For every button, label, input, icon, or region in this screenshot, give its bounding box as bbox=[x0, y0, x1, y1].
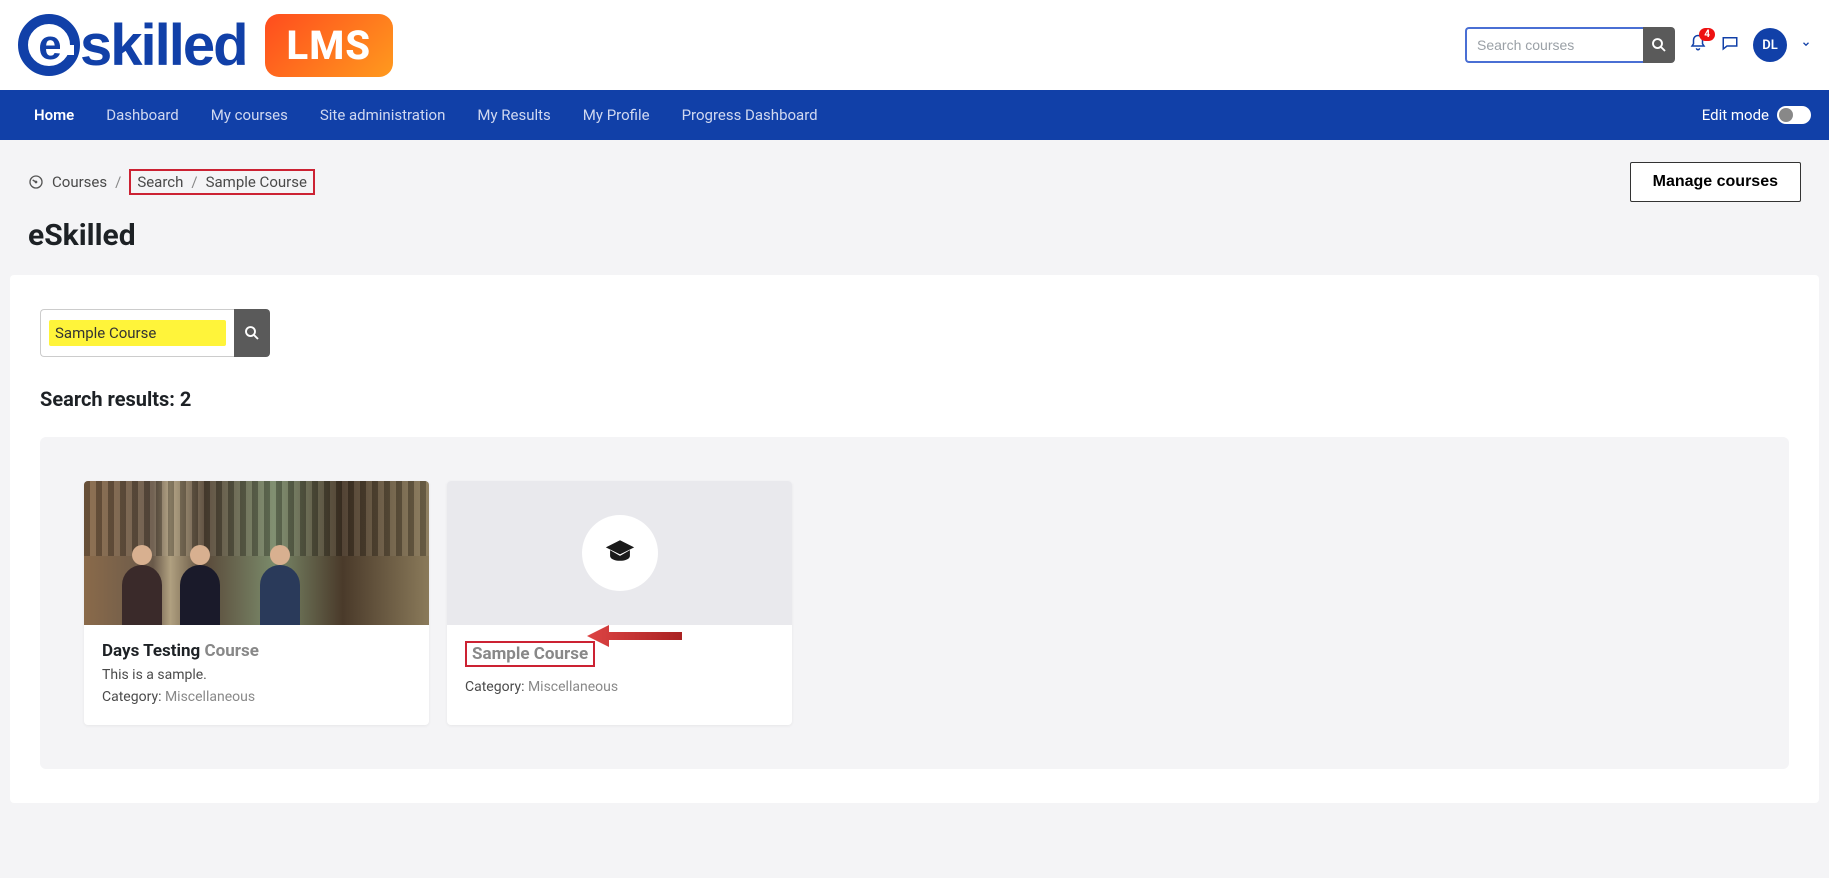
notifications-button[interactable]: 4 bbox=[1689, 34, 1707, 56]
graduation-cap-icon bbox=[603, 536, 637, 570]
course-thumbnail-placeholder bbox=[447, 481, 792, 625]
breadcrumb-courses[interactable]: Courses bbox=[52, 173, 107, 191]
annotation-arrow-icon bbox=[587, 621, 687, 651]
category-label: Category: bbox=[465, 679, 528, 695]
manage-courses-button[interactable]: Manage courses bbox=[1630, 162, 1801, 202]
category-label: Category: bbox=[102, 689, 165, 705]
breadcrumb-highlight-box: Search / Sample Course bbox=[129, 169, 315, 195]
category-value: Miscellaneous bbox=[165, 689, 255, 705]
course-category: Category: Miscellaneous bbox=[465, 679, 774, 695]
nav-home[interactable]: Home bbox=[18, 90, 90, 140]
logo-text: skilled bbox=[80, 12, 247, 79]
breadcrumb-separator: / bbox=[115, 173, 121, 191]
logo-eskilled: eskilled bbox=[18, 12, 247, 79]
course-card-body: Sample Course Category: Miscellaneous bbox=[447, 625, 792, 715]
nav-my-courses[interactable]: My courses bbox=[195, 90, 304, 140]
nav-site-admin[interactable]: Site administration bbox=[304, 90, 461, 140]
course-thumbnail bbox=[84, 481, 429, 625]
logo-e-icon: e bbox=[18, 14, 80, 76]
course-category: Category: Miscellaneous bbox=[102, 689, 411, 705]
course-title-match: Course bbox=[205, 641, 259, 661]
results-heading: Search results: 2 bbox=[40, 387, 1789, 411]
search-icon bbox=[243, 324, 261, 342]
nav-progress-dashboard[interactable]: Progress Dashboard bbox=[666, 90, 834, 140]
chevron-down-icon bbox=[1801, 39, 1811, 49]
breadcrumb: Courses / Search / Sample Course bbox=[28, 169, 315, 195]
notification-count-badge: 4 bbox=[1699, 28, 1715, 41]
nav-my-results[interactable]: My Results bbox=[461, 90, 566, 140]
course-description: This is a sample. bbox=[102, 667, 411, 683]
primary-nav: Home Dashboard My courses Site administr… bbox=[0, 90, 1829, 140]
course-title-highlighted: Sample Course bbox=[465, 641, 595, 667]
toggle-knob bbox=[1779, 108, 1793, 122]
header-search-button[interactable] bbox=[1643, 27, 1675, 63]
main-search: Sample Course bbox=[40, 309, 1789, 357]
nav-dashboard[interactable]: Dashboard bbox=[90, 90, 195, 140]
edit-mode-group: Edit mode bbox=[1702, 106, 1811, 124]
edit-mode-toggle[interactable] bbox=[1777, 106, 1811, 124]
course-title-prefix: Days Testing bbox=[102, 641, 205, 661]
breadcrumb-search[interactable]: Search bbox=[137, 173, 183, 191]
user-menu-caret[interactable] bbox=[1801, 38, 1811, 52]
main-search-button[interactable] bbox=[234, 309, 270, 357]
breadcrumb-current: Sample Course bbox=[206, 173, 307, 191]
course-title: Days Testing Course bbox=[102, 641, 411, 661]
main-search-value: Sample Course bbox=[49, 320, 226, 346]
course-card[interactable]: Sample Course Category: Miscellaneous bbox=[447, 481, 792, 725]
avatar-initials: DL bbox=[1762, 38, 1778, 53]
header-search bbox=[1465, 27, 1675, 63]
course-card-body: Days Testing Course This is a sample. Ca… bbox=[84, 625, 429, 725]
top-header: eskilled LMS 4 DL bbox=[0, 0, 1829, 90]
course-card[interactable]: Days Testing Course This is a sample. Ca… bbox=[84, 481, 429, 725]
breadcrumb-row: Courses / Search / Sample Course Manage … bbox=[0, 140, 1829, 212]
course-placeholder-circle bbox=[582, 515, 658, 591]
logo[interactable]: eskilled LMS bbox=[18, 12, 393, 79]
main-search-input-wrap[interactable]: Sample Course bbox=[40, 309, 234, 357]
main-panel: Sample Course Search results: 2 Days Tes… bbox=[10, 275, 1819, 803]
page-title: eSkilled bbox=[0, 212, 1829, 275]
search-icon bbox=[1650, 36, 1668, 54]
breadcrumb-separator: / bbox=[191, 173, 197, 191]
header-actions: 4 DL bbox=[1465, 27, 1811, 63]
category-value: Miscellaneous bbox=[528, 679, 618, 695]
edit-mode-label: Edit mode bbox=[1702, 106, 1769, 124]
dashboard-icon bbox=[28, 174, 44, 190]
messages-button[interactable] bbox=[1721, 34, 1739, 56]
nav-my-profile[interactable]: My Profile bbox=[567, 90, 666, 140]
header-search-input[interactable] bbox=[1465, 27, 1643, 63]
results-grid: Days Testing Course This is a sample. Ca… bbox=[40, 437, 1789, 769]
logo-lms-badge: LMS bbox=[265, 14, 394, 77]
user-avatar[interactable]: DL bbox=[1753, 28, 1787, 62]
chat-icon bbox=[1721, 34, 1739, 52]
